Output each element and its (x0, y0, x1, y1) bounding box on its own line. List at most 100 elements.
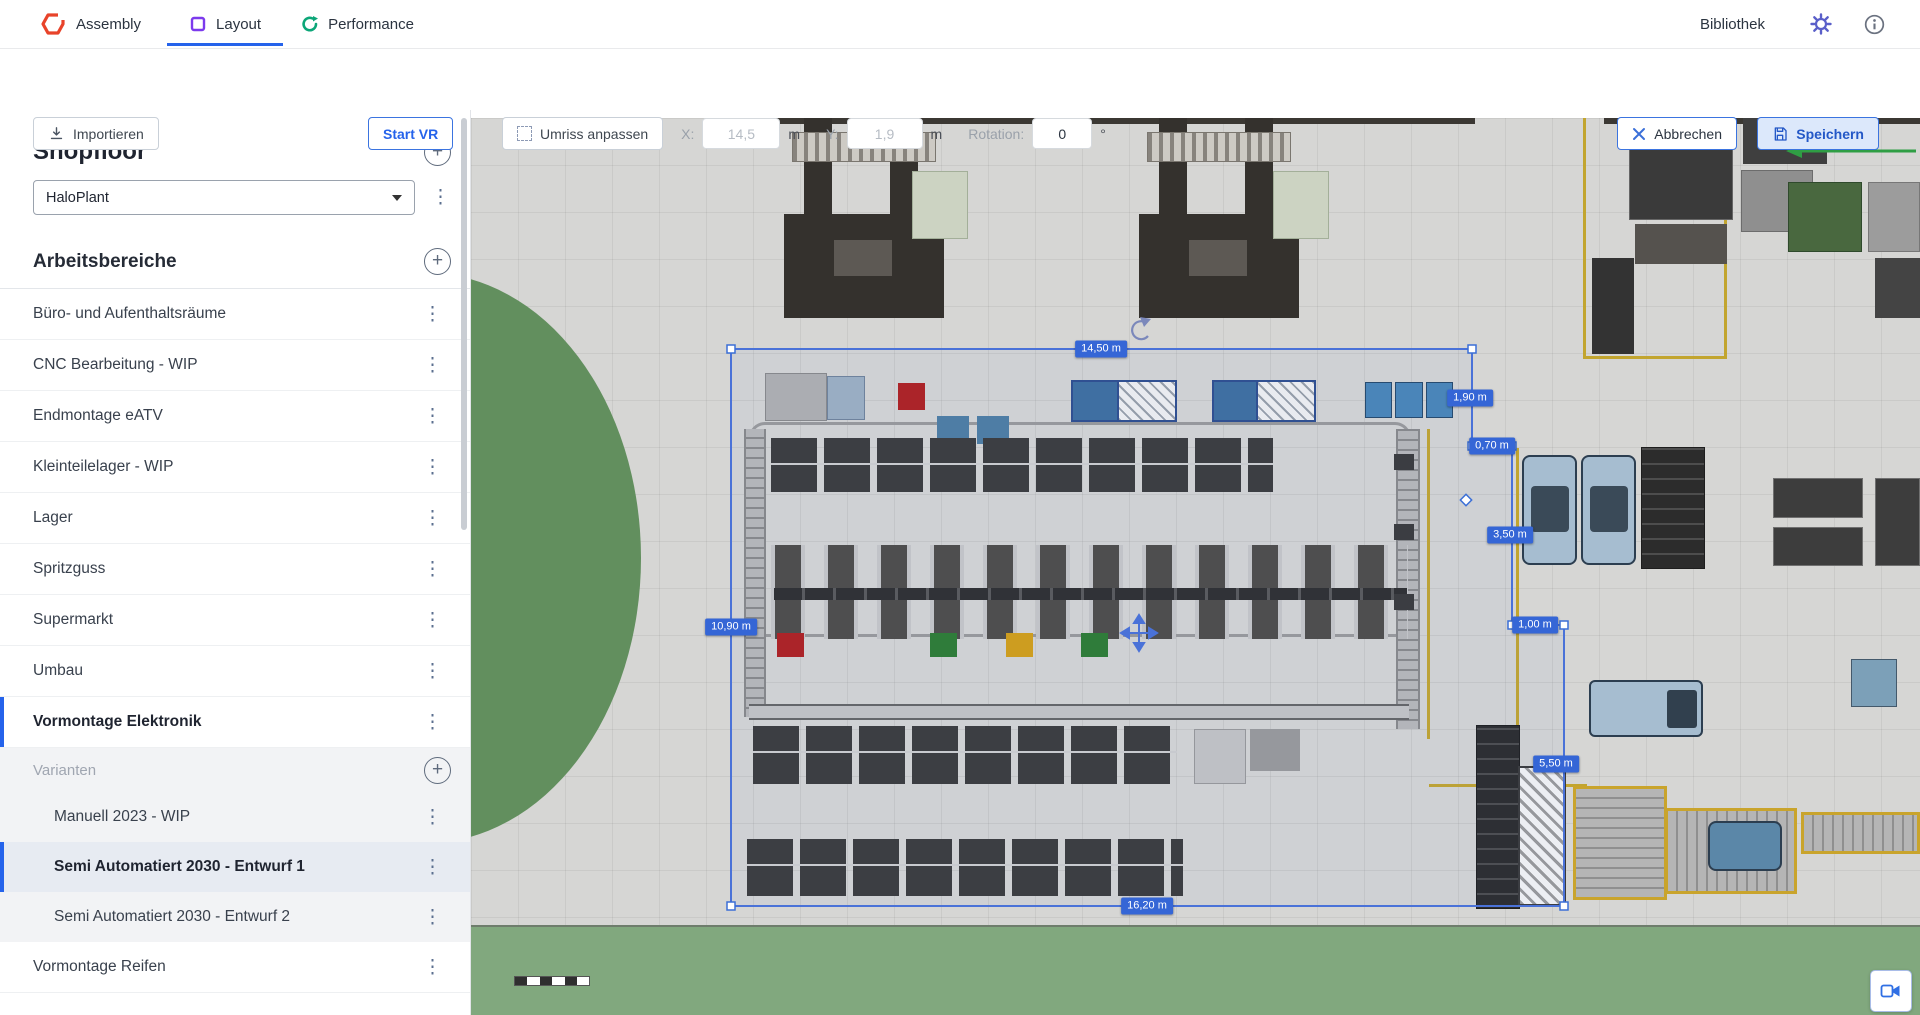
machine-detail (834, 240, 892, 276)
machine[interactable] (1875, 258, 1920, 318)
variant-menu-button[interactable]: ⋮ (417, 858, 448, 877)
workspace-label: CNC Bearbeitung - WIP (33, 356, 198, 374)
plant-select[interactable]: HaloPlant (33, 180, 415, 215)
roller-conveyor[interactable] (1801, 812, 1920, 854)
cabinet[interactable] (765, 373, 827, 421)
sidebar-item-buero[interactable]: Büro- und Aufenthaltsräume ⋮ (0, 289, 470, 340)
machine[interactable] (1635, 224, 1727, 264)
machine-detail (1189, 240, 1247, 276)
sidebar-item-supermarkt[interactable]: Supermarkt ⋮ (0, 595, 470, 646)
storage-box[interactable] (1250, 729, 1300, 771)
layout-icon (189, 15, 207, 33)
variants-title: Varianten (33, 762, 96, 779)
machine[interactable] (1629, 146, 1733, 220)
conveyor-line[interactable] (749, 704, 1409, 720)
sidebar-item-lager[interactable]: Lager ⋮ (0, 493, 470, 544)
shelf-rack[interactable] (1476, 725, 1520, 909)
agv-vehicle[interactable] (1708, 821, 1782, 871)
save-button[interactable]: Speichern (1757, 117, 1879, 150)
green-marker[interactable] (1081, 633, 1108, 657)
machine[interactable] (1788, 182, 1862, 252)
settings-gear-icon[interactable] (1809, 12, 1833, 36)
bibliothek-link[interactable]: Bibliothek (1700, 16, 1765, 33)
tab-layout[interactable]: Layout (189, 15, 261, 33)
sidebar-item-endmontage[interactable]: Endmontage eATV ⋮ (0, 391, 470, 442)
storage-rack[interactable] (1641, 447, 1705, 569)
table[interactable] (1773, 527, 1863, 566)
workspace-menu-button[interactable]: ⋮ (417, 662, 448, 681)
sidebar-item-kleinteilelager[interactable]: Kleinteilelager - WIP ⋮ (0, 442, 470, 493)
machine[interactable] (1868, 182, 1920, 252)
variant-menu-button[interactable]: ⋮ (417, 808, 448, 827)
workspace-menu-button[interactable]: ⋮ (417, 560, 448, 579)
sidebar-item-vormontage-reifen[interactable]: Vormontage Reifen ⋮ (0, 942, 470, 993)
sidebar-item-vormontage-elektronik[interactable]: Vormontage Elektronik ⋮ (0, 697, 470, 748)
table[interactable] (1773, 478, 1863, 518)
tab-performance-label: Performance (328, 16, 414, 33)
blue-station-group[interactable] (1365, 382, 1453, 418)
yellow-marker[interactable] (1006, 633, 1033, 657)
pallet-area[interactable] (912, 171, 968, 239)
variant-item-entwurf-1[interactable]: Semi Automatiert 2030 - Entwurf 1 ⋮ (0, 842, 470, 892)
hatched-zone[interactable] (1518, 766, 1566, 906)
start-vr-button[interactable]: Start VR (368, 117, 453, 150)
workspace-label: Vormontage Reifen (33, 958, 166, 976)
workspace-menu-button[interactable]: ⋮ (417, 356, 448, 375)
workspace-menu-button[interactable]: ⋮ (417, 407, 448, 426)
green-marker[interactable] (930, 633, 957, 657)
workbench-row[interactable] (747, 839, 1183, 896)
plant-menu-button[interactable]: ⋮ (425, 188, 456, 207)
dimension-label: 16,20 m (1121, 898, 1173, 915)
start-vr-label: Start VR (383, 126, 438, 142)
sidebar-scrollbar[interactable] (461, 118, 467, 530)
roller-conveyor[interactable] (1573, 786, 1667, 900)
pallet-area[interactable] (1273, 171, 1329, 239)
variant-item-manuell-2023[interactable]: Manuell 2023 - WIP ⋮ (0, 792, 470, 842)
workspace-label: Endmontage eATV (33, 407, 163, 425)
adjust-outline-button[interactable]: Umriss anpassen (502, 117, 663, 150)
navbar-right: Bibliothek (1700, 12, 1886, 36)
machine[interactable] (1592, 258, 1634, 354)
table[interactable] (1875, 478, 1920, 566)
workspace-menu-button[interactable]: ⋮ (417, 458, 448, 477)
dimension-label: 0,70 m (1469, 438, 1515, 455)
layout-canvas[interactable]: 14,50 m 1,90 m 0,70 m 3,50 m 1,00 m 10,9… (471, 118, 1920, 1015)
workbench-row[interactable] (753, 726, 1177, 784)
add-area-button[interactable]: + (424, 248, 451, 275)
storage-box[interactable] (1194, 729, 1246, 784)
variant-label: Manuell 2023 - WIP (54, 808, 190, 826)
chevron-down-icon (392, 195, 402, 201)
cancel-button[interactable]: Abbrechen (1617, 117, 1737, 150)
workspace-menu-button[interactable]: ⋮ (417, 958, 448, 977)
cancel-label: Abbrechen (1654, 126, 1722, 142)
workspace-menu-button[interactable]: ⋮ (417, 611, 448, 630)
conveyor-vertical[interactable] (744, 429, 766, 717)
workspace-label: Spritzguss (33, 560, 105, 578)
rotation-input[interactable] (1032, 118, 1092, 149)
path-marking (1583, 118, 1586, 358)
variant-menu-button[interactable]: ⋮ (417, 908, 448, 927)
add-variant-button[interactable]: + (424, 757, 451, 784)
cabinet[interactable] (827, 376, 865, 420)
conveyor-line[interactable] (774, 588, 1407, 600)
sidebar-item-spritzguss[interactable]: Spritzguss ⋮ (0, 544, 470, 595)
workspace-menu-button[interactable]: ⋮ (417, 509, 448, 528)
import-button[interactable]: Importieren (33, 117, 159, 150)
dimension-label: 5,50 m (1533, 756, 1579, 773)
machine[interactable] (1851, 659, 1897, 707)
workspace-menu-button[interactable]: ⋮ (417, 305, 448, 324)
tab-performance[interactable]: Performance (301, 15, 414, 33)
machine-rack[interactable] (1147, 132, 1291, 162)
top-navbar: Assembly Layout Performance Bibliothek (0, 0, 1920, 49)
variant-item-entwurf-2[interactable]: Semi Automatiert 2030 - Entwurf 2 ⋮ (0, 892, 470, 942)
blue-station[interactable] (1212, 380, 1258, 422)
camera-view-button[interactable] (1870, 970, 1912, 1012)
workspace-menu-button[interactable]: ⋮ (417, 713, 448, 732)
sidebar-item-cnc[interactable]: CNC Bearbeitung - WIP ⋮ (0, 340, 470, 391)
info-icon[interactable] (1863, 13, 1886, 36)
sidebar-item-umbau[interactable]: Umbau ⋮ (0, 646, 470, 697)
blue-station[interactable] (1071, 380, 1119, 422)
workbench-row[interactable] (771, 438, 1273, 492)
red-marker[interactable] (898, 383, 925, 410)
red-marker[interactable] (777, 633, 804, 657)
